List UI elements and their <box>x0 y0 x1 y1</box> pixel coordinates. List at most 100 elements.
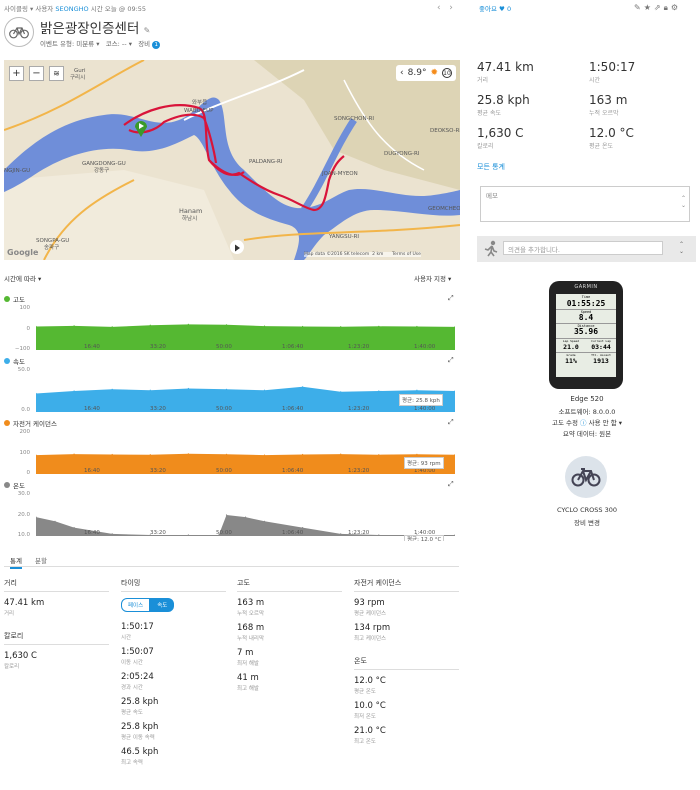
temperature-chart-label: 온도 <box>4 480 25 490</box>
stat-label: 이동 시간 <box>121 660 143 666</box>
speed-chart[interactable]: 16:40 33:20 50:00 1:06:40 1:23:20 1:40:00 <box>36 370 455 412</box>
cadence-title: 자전거 케이던스 <box>13 420 57 428</box>
y-tick: 10.0 <box>17 532 30 538</box>
pace-toggle-button[interactable]: 페이스 <box>121 598 151 612</box>
chart-point <box>187 534 189 536</box>
gear-name: CYCLO CROSS 300 <box>556 506 618 514</box>
stat-label: 평균 이동 속력 <box>121 735 155 741</box>
gear-icon[interactable]: ⚙ <box>671 3 681 12</box>
summary-value: 1,630 C <box>477 126 524 140</box>
star-icon[interactable]: ★ <box>644 3 654 12</box>
edit-icon[interactable]: ✎ <box>634 3 644 12</box>
activity-time: 시간 오늘 @ 09:55 <box>90 5 147 13</box>
terms-link[interactable]: Terms of Use <box>392 252 421 257</box>
user-name-link[interactable]: SEONGHO <box>55 5 88 13</box>
chart-point <box>263 520 266 522</box>
x-tick-label: 50:00 <box>216 406 232 412</box>
all-stats-link[interactable]: 모든 통계 <box>477 162 505 172</box>
weather-widget: ‹ 8.9° ✹ 10 <box>396 65 456 81</box>
zoom-in-button[interactable]: + <box>9 66 24 81</box>
tab-stats[interactable]: 통계 <box>10 555 22 569</box>
timing-header: 타이밍 <box>121 578 226 592</box>
y-tick: 0 <box>26 470 31 476</box>
activity-type[interactable]: 사이클링 <box>4 5 28 13</box>
info-icon[interactable]: ⓘ <box>580 419 587 427</box>
svg-text:DEOKSO-RI: DEOKSO-RI <box>430 128 460 134</box>
svg-text:WABU-EUP: WABU-EUP <box>184 108 214 114</box>
temperature-title: 온도 <box>13 482 25 490</box>
gear-count-badge[interactable]: 1 <box>152 41 161 49</box>
stat-label: 최고 해발 <box>237 686 259 692</box>
x-tick-label: 50:00 <box>216 468 232 474</box>
collapse-arrow-icon[interactable]: ‹ <box>400 68 404 78</box>
comment-scroll-icon[interactable]: ⌃ ⌄ <box>679 241 684 255</box>
custom-charts-dropdown[interactable]: 사용자 지정 ▾ <box>414 273 451 283</box>
expand-icon[interactable]: ⤢ <box>448 356 454 365</box>
play-button[interactable] <box>230 240 244 254</box>
screen-value: 8.4 <box>578 313 594 322</box>
expand-icon[interactable]: ⤢ <box>448 480 454 489</box>
map-scale: 2 km <box>372 252 384 257</box>
course-dropdown[interactable]: 코스: -- ▾ <box>106 40 132 48</box>
speed-toggle-button[interactable]: 속도 <box>150 598 175 612</box>
next-activity-icon[interactable]: › <box>449 3 453 13</box>
header-meta: 사이클링 ▾ 사용자 SEONGHO 시간 오늘 @ 09:55 <box>4 3 146 13</box>
tab-splits[interactable]: 분할 <box>35 555 47 565</box>
x-tick-label: 1:06:40 <box>282 406 304 412</box>
x-axis-mode-dropdown[interactable]: 시간에 따라 ▾ <box>4 273 41 283</box>
elevation-chart[interactable]: 16:40 33:20 50:00 1:06:40 1:23:20 1:40:00 <box>36 308 455 350</box>
sun-icon: ✹ <box>430 68 438 78</box>
svg-text:송파구: 송파구 <box>44 243 59 251</box>
dropdown-caret-icon[interactable]: ▾ <box>30 5 33 13</box>
screen-value: 03:44 <box>591 343 611 351</box>
calories-label: 칼로리 <box>4 664 20 670</box>
change-gear-link[interactable]: 장비 변경 <box>497 517 677 527</box>
device-brand: GARMIN <box>574 284 598 290</box>
memo-textarea[interactable]: 메모 ⌃ ⌄ <box>480 186 690 222</box>
cadence-header: 자전거 케이던스 <box>354 578 459 592</box>
chart-point <box>111 533 113 535</box>
temperature-dot-icon <box>4 482 10 488</box>
elevation-correction-value: 사용 안 함 <box>588 419 617 427</box>
activity-nav: ‹ › <box>437 3 453 13</box>
like-button[interactable]: 좋아요 ♥ 0 <box>479 3 511 13</box>
activity-title[interactable]: 밝은광장인증센터 <box>40 21 139 37</box>
x-tick-label: 33:20 <box>150 468 166 474</box>
screen-value: 35.96 <box>573 327 599 336</box>
cadence-chart[interactable]: 16:40 33:20 50:00 1:06:40 1:23:20 1:40:00 <box>36 432 455 474</box>
event-type-dropdown[interactable]: 이벤트 유형: 미분류 ▾ <box>40 40 100 48</box>
calories-header: 칼로리 <box>4 631 109 645</box>
chart-point <box>73 527 75 529</box>
comment-input[interactable]: 의견을 추가합니다. <box>503 241 663 255</box>
start-marker-icon[interactable] <box>134 119 148 141</box>
layers-icon[interactable]: ≋ <box>49 66 64 81</box>
x-tick-label: 1:23:20 <box>348 530 370 536</box>
zoom-out-button[interactable]: − <box>29 66 44 81</box>
route-map[interactable]: Guri 구리시 WABU-EUP 와부읍 GANGDONG-GU 강동구 Hanam… <box>4 60 460 260</box>
expand-icon[interactable]: ⤢ <box>448 294 454 303</box>
share-icon[interactable]: ⇗ <box>654 3 664 12</box>
chart-point <box>263 389 266 391</box>
wind-speed: 10 <box>442 68 452 78</box>
elevation-correction-dropdown[interactable]: 사용 안 함 ▾ <box>589 419 622 427</box>
svg-text:GEOMCHEON-RI: GEOMCHEON-RI <box>428 206 460 212</box>
x-tick-label: 1:06:40 <box>282 530 304 536</box>
map-canvas: Guri구리시 WABU-EUP 와부읍 GANGDONG-GU강동구 Hanam… <box>4 60 460 260</box>
stat-label: 누적 내리막 <box>237 636 265 642</box>
temperature-chart[interactable]: 16:40 33:20 50:00 1:06:40 1:23:20 1:40:00 <box>36 494 455 536</box>
expand-icon[interactable]: ⤢ <box>448 418 454 427</box>
prev-activity-icon[interactable]: ‹ <box>437 3 441 13</box>
x-tick-label: 1:06:40 <box>282 468 304 474</box>
svg-text:강동구: 강동구 <box>94 167 109 174</box>
like-label: 좋아요 <box>479 5 497 13</box>
chart-point <box>416 325 418 328</box>
stat-label: 최고 온도 <box>354 739 376 745</box>
y-tick: 20.0 <box>17 512 30 518</box>
device-software: 소프트웨어: 8.0.0.0 <box>558 408 616 416</box>
lock-icon[interactable]: 🔒︎ <box>664 3 671 12</box>
page-title: 밝은광장인증센터 ✎ <box>40 17 150 37</box>
edit-title-icon[interactable]: ✎ <box>144 26 151 35</box>
bicycle-icon <box>565 456 607 498</box>
scroll-arrows-icon[interactable]: ⌃ ⌄ <box>681 195 686 209</box>
x-tick-label: 50:00 <box>216 344 232 350</box>
